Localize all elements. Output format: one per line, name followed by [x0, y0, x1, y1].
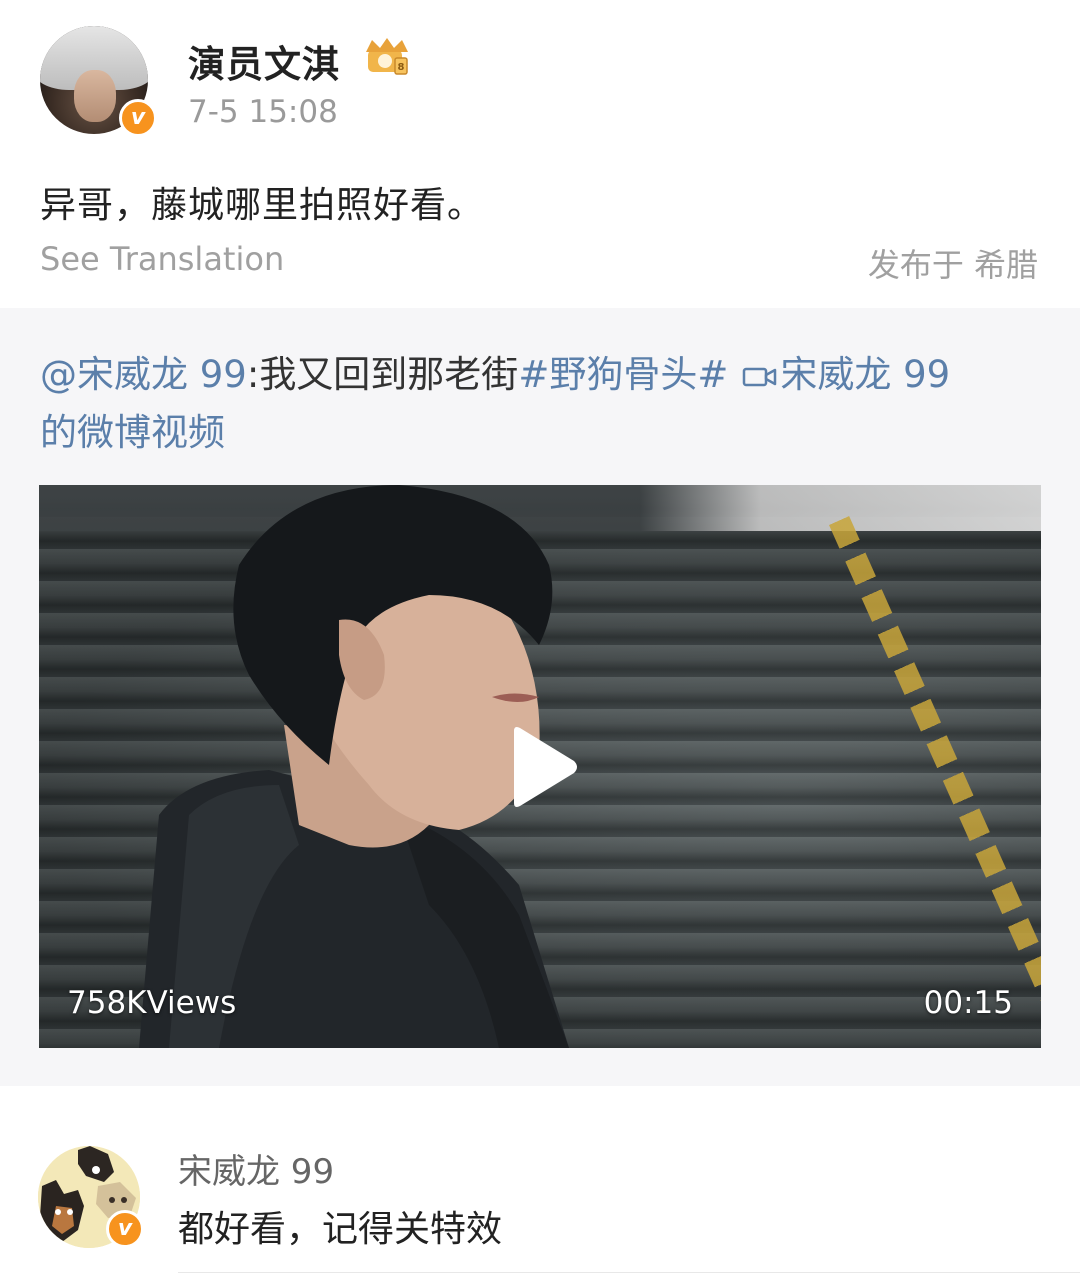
post-timestamp: 7-5 15:08 — [188, 94, 338, 130]
video-player[interactable]: 758KViews 00:15 — [39, 485, 1041, 1048]
crown-level-icon[interactable]: 8 — [362, 36, 412, 78]
video-source-name: 宋威龙 99 — [780, 353, 951, 396]
play-icon[interactable] — [508, 725, 580, 809]
hashtag-link[interactable]: #野狗骨头# — [518, 353, 728, 396]
repost-text: @宋威龙 99:我又回到那老街#野狗骨头# 宋威龙 99 的微博视频 — [40, 346, 1040, 462]
post-location: 发布于 希腊 — [867, 246, 1038, 284]
repost-card[interactable]: @宋威龙 99:我又回到那老街#野狗骨头# 宋威龙 99 的微博视频 758KVie… — [0, 308, 1080, 1086]
svg-text:8: 8 — [398, 62, 405, 73]
see-translation-link[interactable]: See Translation — [40, 240, 284, 278]
repost-body: 我又回到那老街 — [259, 353, 519, 396]
mention-link[interactable]: @宋威龙 99 — [40, 353, 247, 396]
comment-divider — [178, 1272, 1080, 1273]
post-text: 异哥，藤城哪里拍照好看。 — [40, 185, 485, 226]
repost-separator: : — [246, 353, 260, 396]
weibo-post: v 演员文淇 8 7-5 15:08 异哥，藤城哪里拍照好看。 See Tran… — [0, 0, 1080, 1274]
commenter-verified-badge-icon: v — [106, 1210, 144, 1248]
author-name[interactable]: 演员文淇 — [188, 34, 340, 88]
commenter-name[interactable]: 宋威龙 99 — [178, 1144, 334, 1193]
video-view-count: 758KViews — [67, 985, 237, 1021]
video-source-suffix: 的微博视频 — [40, 411, 225, 454]
video-camera-icon — [743, 367, 777, 387]
verified-badge-icon: v — [119, 99, 157, 137]
video-duration: 00:15 — [923, 985, 1013, 1021]
comment-text: 都好看，记得关特效 — [178, 1209, 503, 1250]
